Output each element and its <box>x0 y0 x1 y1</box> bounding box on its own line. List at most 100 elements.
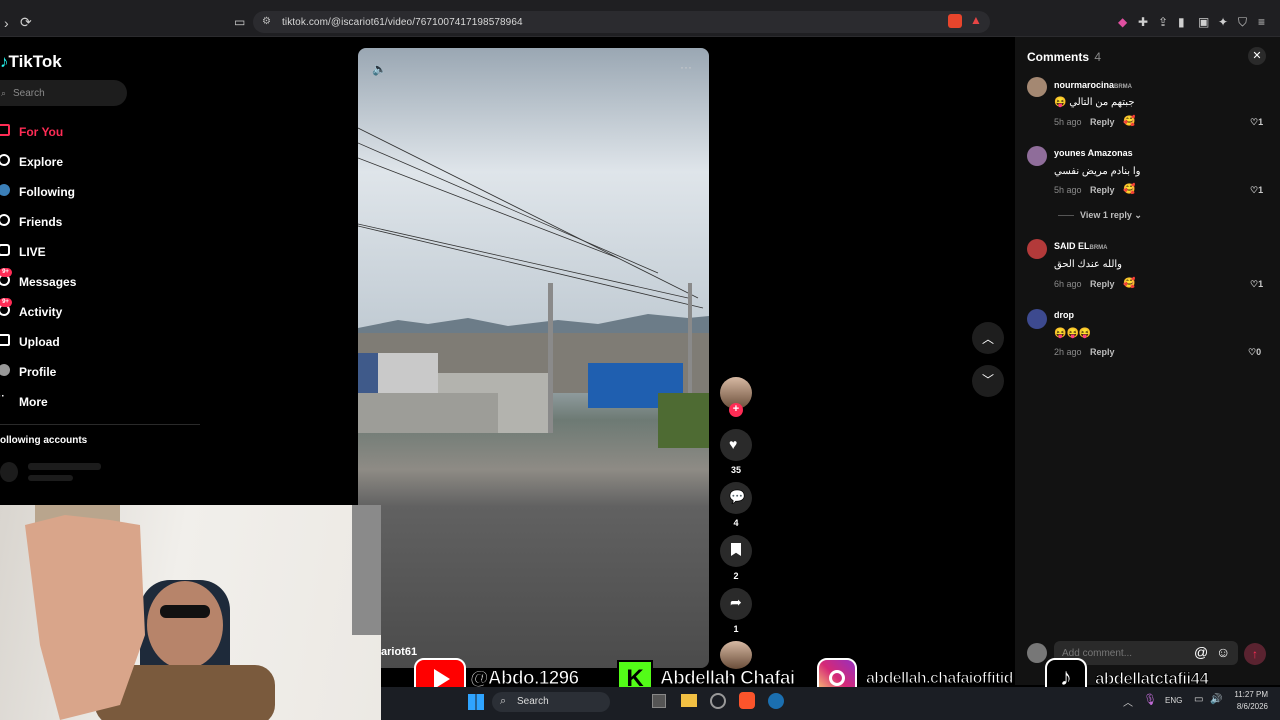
bookmark-icon[interactable]: ▭ <box>234 15 245 29</box>
comment-time: 6h ago <box>1054 279 1082 289</box>
reply-button[interactable]: Reply <box>1090 185 1115 195</box>
url-text[interactable]: tiktok.com/@iscariot61/video/76710074171… <box>282 17 523 28</box>
sidebar-item-profile[interactable]: Profile <box>0 362 200 384</box>
comment-time: 5h ago <box>1054 185 1082 195</box>
brave-browser-icon[interactable] <box>739 692 755 709</box>
close-icon[interactable]: ✕ <box>1248 47 1266 65</box>
skeleton-line <box>28 475 73 481</box>
mic-icon[interactable]: 🎙 <box>1143 693 1157 706</box>
save-button[interactable] <box>720 535 752 567</box>
share-arrow-icon: ➦ <box>730 594 742 610</box>
site-settings-icon[interactable]: ⚙ <box>262 16 271 27</box>
volume-icon[interactable]: 🔊 <box>1210 694 1222 705</box>
steam-icon[interactable] <box>768 693 784 709</box>
taskbar-search-label: Search <box>517 696 549 707</box>
share-button[interactable]: ➦ <box>720 588 752 620</box>
clock-date[interactable]: 8/6/2026 <box>1232 702 1268 711</box>
like-count: 35 <box>730 465 741 475</box>
more-options-icon[interactable]: ··· <box>680 60 692 74</box>
comment-button[interactable]: 💬 <box>720 482 752 514</box>
follow-plus-icon[interactable]: + <box>729 403 743 417</box>
comment-username[interactable]: younes Amazonas <box>1054 148 1133 158</box>
app-icon[interactable] <box>710 693 726 709</box>
reply-button[interactable]: Reply <box>1090 117 1115 127</box>
reply-button[interactable]: Reply <box>1090 347 1115 357</box>
emoji-icon[interactable]: ☺ <box>1216 644 1230 660</box>
sidebar-item-activity[interactable]: 9+ Activity <box>0 298 200 324</box>
task-view-icon[interactable] <box>652 694 666 708</box>
comment-like[interactable]: ♡1 <box>1250 279 1263 290</box>
post-comment-button[interactable]: ↑ <box>1244 643 1266 665</box>
reload-icon[interactable]: ⟳ <box>20 15 32 29</box>
sound-disc[interactable] <box>720 641 752 669</box>
sidebar-item-friends[interactable]: Friends <box>0 212 200 234</box>
avatar[interactable] <box>1027 77 1047 97</box>
reply-button[interactable]: Reply <box>1090 279 1115 289</box>
home-icon <box>0 124 10 136</box>
clock-time[interactable]: 11:27 PM <box>1232 690 1268 699</box>
search-input[interactable]: Search <box>0 80 127 106</box>
comment-username[interactable]: nourmarocinaBRMA <box>1054 80 1132 90</box>
like-button[interactable]: ♥ <box>720 429 752 461</box>
sidebar-item-explore[interactable]: Explore <box>0 152 200 174</box>
previous-video-button[interactable]: ︿ <box>972 322 1004 354</box>
comments-panel <box>1015 37 1280 685</box>
view-replies-button[interactable]: View 1 reply ⌄ <box>1080 210 1142 221</box>
comment-like[interactable]: ♡1 <box>1250 185 1263 196</box>
share-icon[interactable]: ⇪ <box>1158 15 1168 29</box>
file-explorer-icon[interactable] <box>681 694 697 707</box>
comment-text: 😝😝😝 <box>1054 328 1092 339</box>
sidebar-item-following[interactable]: Following <box>0 182 200 204</box>
menu-icon[interactable]: ≡ <box>1258 15 1265 29</box>
tiktok-logo[interactable]: ♪TikTok <box>0 52 62 72</box>
comment-count: 4 <box>733 518 739 528</box>
sidebar-item-upload[interactable]: Upload <box>0 332 200 354</box>
sidebar-item-for-you[interactable]: For You <box>0 122 200 144</box>
comments-title: Comments 4 <box>1027 50 1102 64</box>
avatar[interactable] <box>1027 309 1047 329</box>
heart-icon: ♥ <box>729 436 738 452</box>
rewards-icon[interactable]: ▲ <box>970 13 982 27</box>
network-icon[interactable]: ▭ <box>1194 694 1203 705</box>
puzzle-icon[interactable]: ✚ <box>1138 15 1148 29</box>
comment-like[interactable]: ♡1 <box>1250 117 1263 128</box>
video-player[interactable] <box>358 48 709 668</box>
comment-username[interactable]: drop <box>1054 310 1074 320</box>
creator-liked-icon: 🥰 <box>1123 184 1136 195</box>
sidebar-item-messages[interactable]: 9+ Messages <box>0 268 200 294</box>
leo-icon[interactable]: ✦ <box>1218 15 1228 29</box>
creator-liked-icon: 🥰 <box>1123 116 1136 127</box>
avatar[interactable] <box>1027 239 1047 259</box>
windows-start-icon[interactable] <box>468 694 484 710</box>
upload-icon <box>0 334 10 346</box>
mention-icon[interactable]: @ <box>1194 644 1208 660</box>
chevron-up-icon: ︿ <box>982 332 995 346</box>
comment-like[interactable]: ♡0 <box>1248 347 1261 358</box>
forward-icon[interactable]: › <box>4 16 9 30</box>
taskbar-search[interactable]: ⌕ Search <box>492 692 610 712</box>
avatar[interactable] <box>1027 146 1047 166</box>
friends-icon <box>0 214 10 226</box>
video-author[interactable]: ariot61 <box>381 646 417 658</box>
mute-icon[interactable]: 🔈 <box>372 62 387 76</box>
replies-divider <box>1058 215 1074 216</box>
language-indicator[interactable]: ENG <box>1165 696 1182 705</box>
compass-icon <box>0 154 10 166</box>
comment-time: 5h ago <box>1054 117 1082 127</box>
extension-icon[interactable]: ◆ <box>1118 15 1127 29</box>
wallet-icon[interactable]: ▣ <box>1198 15 1209 29</box>
webcam-overlay <box>0 505 381 720</box>
vpn-icon[interactable]: ⛉ <box>1238 15 1247 29</box>
comment-username[interactable]: SAID ELBRMA <box>1054 241 1108 251</box>
tray-expand-icon[interactable]: ︿ <box>1123 694 1133 709</box>
search-icon: ⌕ <box>1 88 7 98</box>
messages-badge: 9+ <box>0 268 12 277</box>
sidebar-item-live[interactable]: LIVE <box>0 242 200 264</box>
brave-shield-icon[interactable] <box>948 14 962 28</box>
skeleton-line <box>28 463 101 470</box>
sidebar-toggle-icon[interactable]: ▮ <box>1178 15 1185 29</box>
sidebar-item-more[interactable]: ·· More <box>0 391 200 414</box>
next-video-button[interactable]: ﹀ <box>972 365 1004 397</box>
search-icon: ⌕ <box>500 695 507 707</box>
share-count: 1 <box>733 624 739 634</box>
